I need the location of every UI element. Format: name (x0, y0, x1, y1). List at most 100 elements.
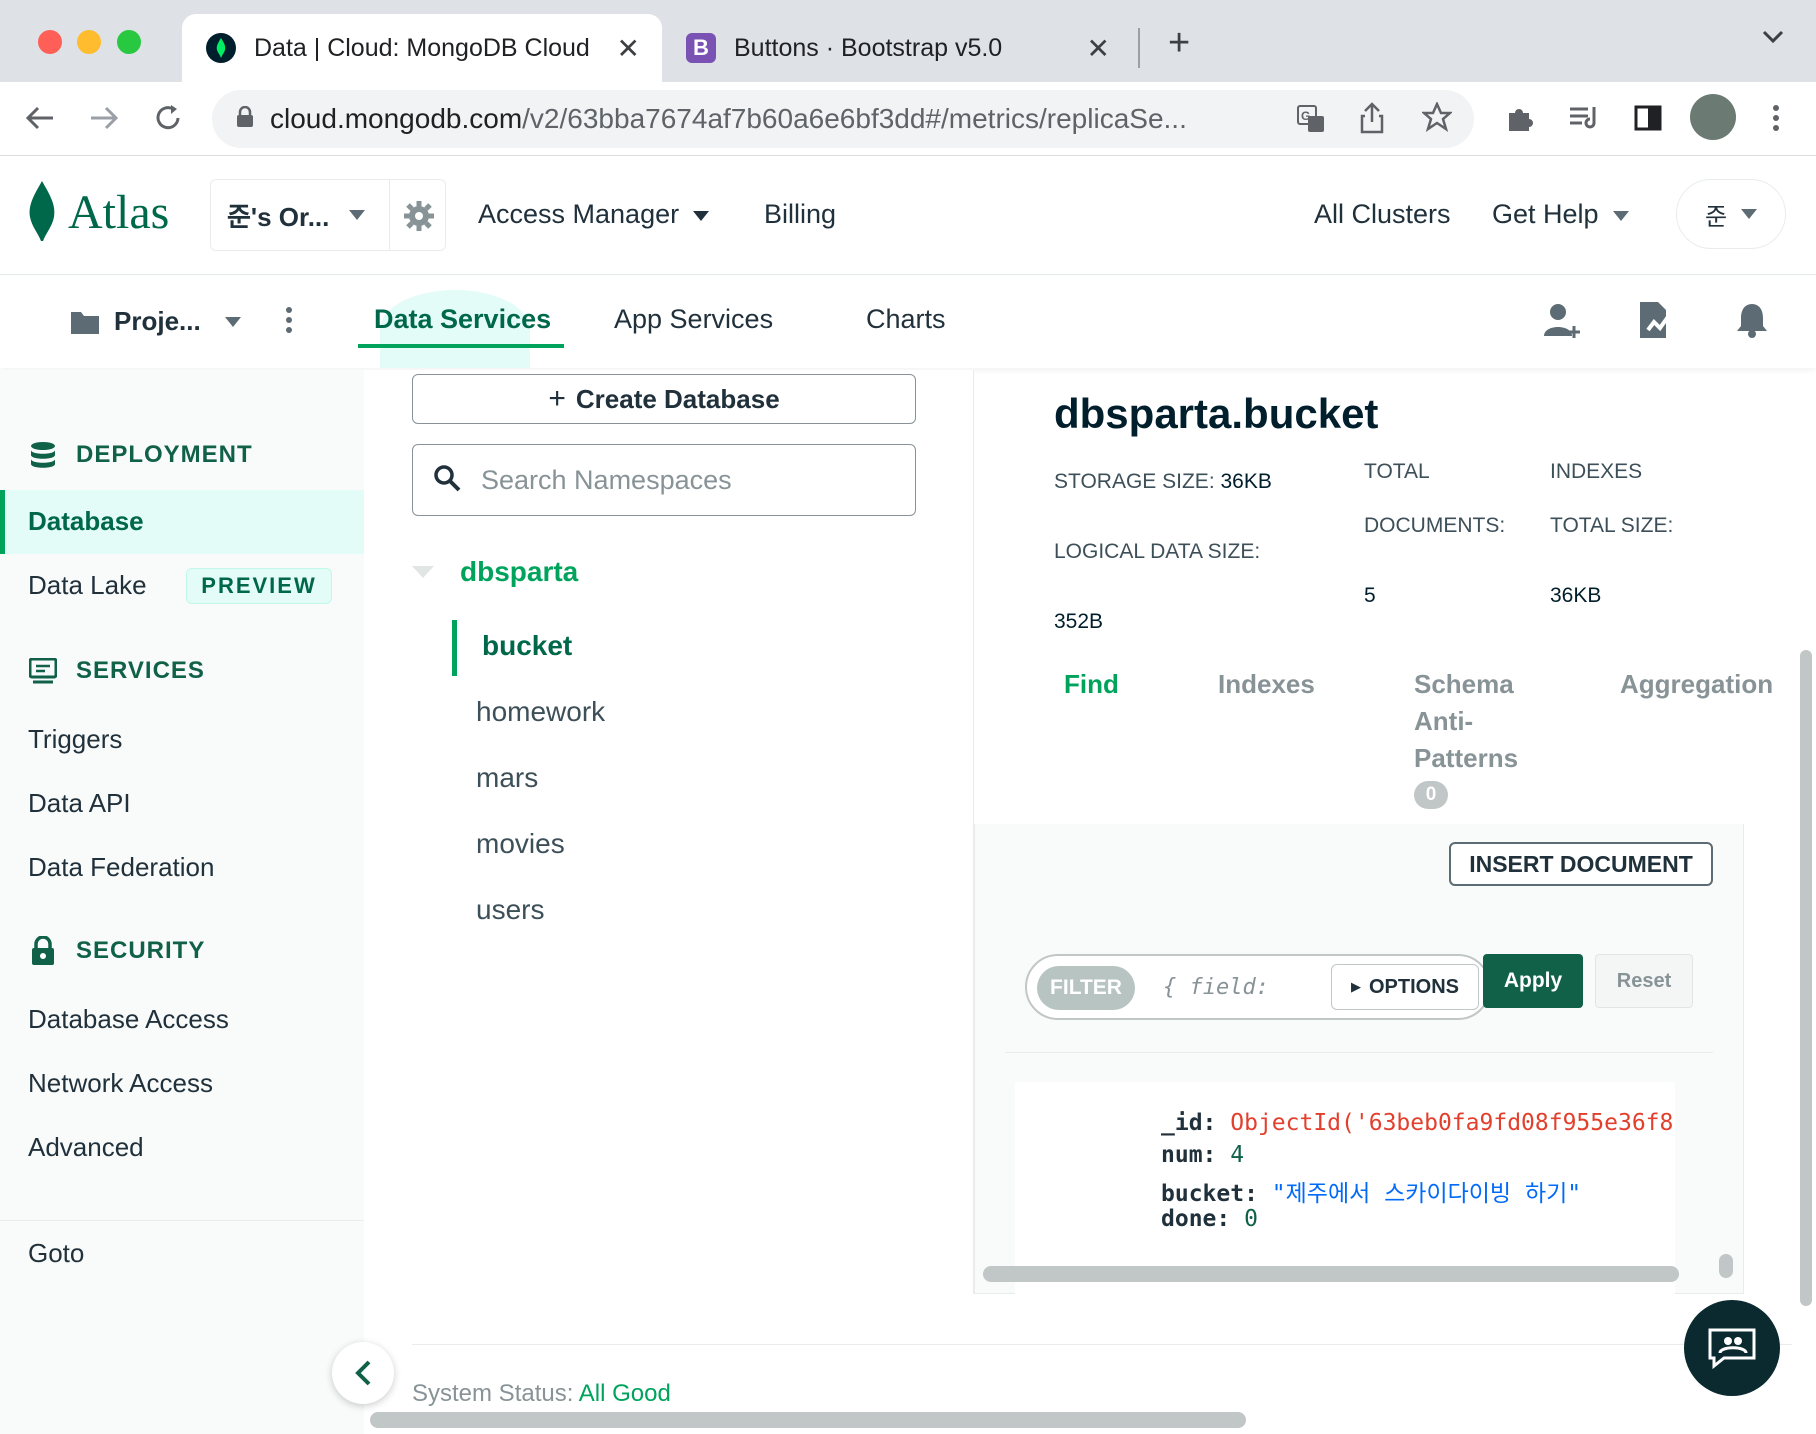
lock-icon (236, 103, 254, 135)
namespace-panel: + Create Database dbsparta bucket homewo… (364, 370, 974, 1334)
url-path: /v2/63bba7674af7b60a6e6bf3dd#/metrics/re… (522, 103, 1187, 134)
storage-size-stat: STORAGE SIZE: 36KB (1054, 470, 1272, 493)
invite-user-icon[interactable] (1544, 302, 1580, 345)
create-database-button[interactable]: + Create Database (412, 374, 916, 424)
org-selector[interactable]: 준's Or... (210, 179, 446, 251)
bottom-scrollbar[interactable] (370, 1412, 1246, 1428)
sidebar-item-data-api[interactable]: Data API (28, 788, 131, 819)
security-heading: SECURITY (28, 936, 205, 966)
extensions-puzzle-icon[interactable] (1500, 98, 1540, 138)
tab-search-chevron-icon[interactable] (1762, 30, 1784, 49)
close-icon[interactable]: ✕ (617, 32, 640, 65)
active-tab-indicator (358, 344, 564, 348)
media-queue-icon[interactable] (1564, 98, 1604, 138)
mongodb-leaf-icon (29, 181, 55, 241)
page-scrollbar[interactable] (1800, 650, 1812, 1306)
sidebar-item-triggers[interactable]: Triggers (28, 724, 122, 755)
window-zoom-button[interactable] (117, 30, 141, 54)
sidebar-item-data-lake[interactable]: Data Lake (28, 570, 147, 601)
total-documents-label: TOTAL (1364, 460, 1430, 483)
get-help-menu[interactable]: Get Help (1492, 199, 1629, 230)
horizontal-scrollbar[interactable] (983, 1266, 1679, 1282)
tab-find[interactable]: Find (1064, 666, 1119, 703)
sidebar-item-database[interactable]: Database (28, 506, 144, 537)
filter-input[interactable]: { field: (1163, 975, 1269, 1000)
database-item-dbsparta[interactable]: dbsparta (460, 556, 578, 588)
tab-title: Buttons · Bootstrap v5.0 (734, 33, 1003, 62)
collection-item-homework[interactable]: homework (476, 696, 605, 728)
activity-feed-icon[interactable] (1636, 300, 1674, 345)
collapse-sidebar-button[interactable] (332, 1342, 394, 1404)
project-more-icon[interactable] (285, 306, 293, 339)
browser-tab-bootstrap[interactable]: B Buttons · Bootstrap v5.0 ✕ (662, 14, 1132, 82)
caret-down-icon (349, 210, 366, 220)
sidebar-item-network-access[interactable]: Network Access (28, 1068, 213, 1099)
tab-aggregation[interactable]: Aggregation (1620, 666, 1773, 703)
query-filter-bar: FILTER { field: ▶ OPTIONS (1025, 954, 1491, 1020)
expand-triangle-icon[interactable] (412, 566, 434, 585)
reload-icon[interactable] (148, 98, 188, 138)
window-close-button[interactable] (38, 30, 62, 54)
collection-item-movies[interactable]: movies (476, 828, 565, 860)
collection-item-users[interactable]: users (476, 894, 544, 926)
search-namespaces-box[interactable] (412, 444, 916, 516)
tab-schema-anti-patterns[interactable]: Schema Anti- Patterns 0 (1414, 666, 1518, 809)
share-icon[interactable] (1360, 102, 1384, 141)
address-bar[interactable]: cloud.mongodb.com/v2/63bba7674af7b60a6e6… (212, 90, 1474, 148)
sidebar-item-advanced[interactable]: Advanced (28, 1132, 144, 1163)
new-tab-icon[interactable]: + (1168, 22, 1190, 65)
bookmark-star-icon[interactable] (1420, 100, 1454, 139)
browser-tab-bar: Data | Cloud: MongoDB Cloud ✕ B Buttons … (0, 0, 1816, 82)
collection-item-bucket[interactable]: bucket (482, 630, 572, 662)
billing-link[interactable]: Billing (764, 199, 836, 230)
all-clusters-link[interactable]: All Clusters (1314, 199, 1451, 230)
mongodb-leaf-icon (206, 33, 236, 63)
insert-document-button[interactable]: INSERT DOCUMENT (1449, 842, 1713, 886)
user-menu[interactable]: 준 (1676, 179, 1786, 249)
sidebar-item-data-federation[interactable]: Data Federation (28, 852, 214, 883)
vertical-scrollbar[interactable] (1719, 1254, 1733, 1278)
chat-support-button[interactable] (1684, 1300, 1780, 1396)
options-toggle-button[interactable]: ▶ OPTIONS (1331, 964, 1479, 1010)
indexes-size-label-2: TOTAL SIZE: (1550, 514, 1674, 537)
document-field-bucket: bucket: "제주에서 스카이다이빙 하기" (1161, 1181, 1582, 1207)
documents-area: INSERT DOCUMENT FILTER { field: ▶ OPTION… (974, 824, 1744, 1294)
folder-icon (71, 311, 99, 334)
logical-size-value: 352B (1054, 610, 1104, 633)
project-selector[interactable]: Proje... (70, 306, 241, 337)
access-manager-menu[interactable]: Access Manager (478, 199, 710, 230)
sidebar-item-goto[interactable]: Goto (28, 1238, 84, 1269)
tab-indexes[interactable]: Indexes (1218, 666, 1315, 703)
apply-button[interactable]: Apply (1483, 954, 1583, 1008)
tab-data-services[interactable]: Data Services (374, 304, 551, 335)
search-icon (433, 464, 461, 497)
terminal-icon (28, 656, 58, 686)
project-name: Proje... (114, 306, 201, 336)
tab-charts[interactable]: Charts (866, 304, 946, 335)
profile-avatar[interactable] (1690, 94, 1736, 140)
reset-button[interactable]: Reset (1595, 954, 1693, 1008)
browser-menu-icon[interactable] (1756, 98, 1796, 138)
system-status-link[interactable]: All Good (579, 1380, 671, 1407)
plus-icon: + (548, 382, 566, 415)
collection-item-mars[interactable]: mars (476, 762, 538, 794)
side-panel-icon[interactable] (1628, 98, 1668, 138)
translate-icon[interactable]: G (1296, 104, 1326, 141)
atlas-logo[interactable]: Atlas (26, 181, 169, 243)
sidebar-item-database-access[interactable]: Database Access (28, 1004, 229, 1035)
back-arrow-icon[interactable] (20, 98, 60, 138)
tab-app-services[interactable]: App Services (614, 304, 773, 335)
chevron-left-icon (355, 1360, 371, 1386)
settings-gear-icon[interactable] (403, 200, 435, 237)
search-namespaces-input[interactable] (481, 464, 881, 496)
browser-tab-mongodb[interactable]: Data | Cloud: MongoDB Cloud ✕ (182, 14, 662, 82)
forward-arrow-icon[interactable] (84, 98, 124, 138)
caret-down-icon (693, 210, 710, 221)
left-sidebar: DEPLOYMENT Database Data Lake PREVIEW SE… (0, 370, 364, 1434)
sidebar-divider (0, 1220, 364, 1221)
services-heading: SERVICES (28, 656, 205, 686)
logo-text: Atlas (68, 185, 170, 239)
notifications-bell-icon[interactable] (1736, 302, 1768, 343)
window-minimize-button[interactable] (77, 30, 101, 54)
close-icon[interactable]: ✕ (1087, 32, 1110, 65)
